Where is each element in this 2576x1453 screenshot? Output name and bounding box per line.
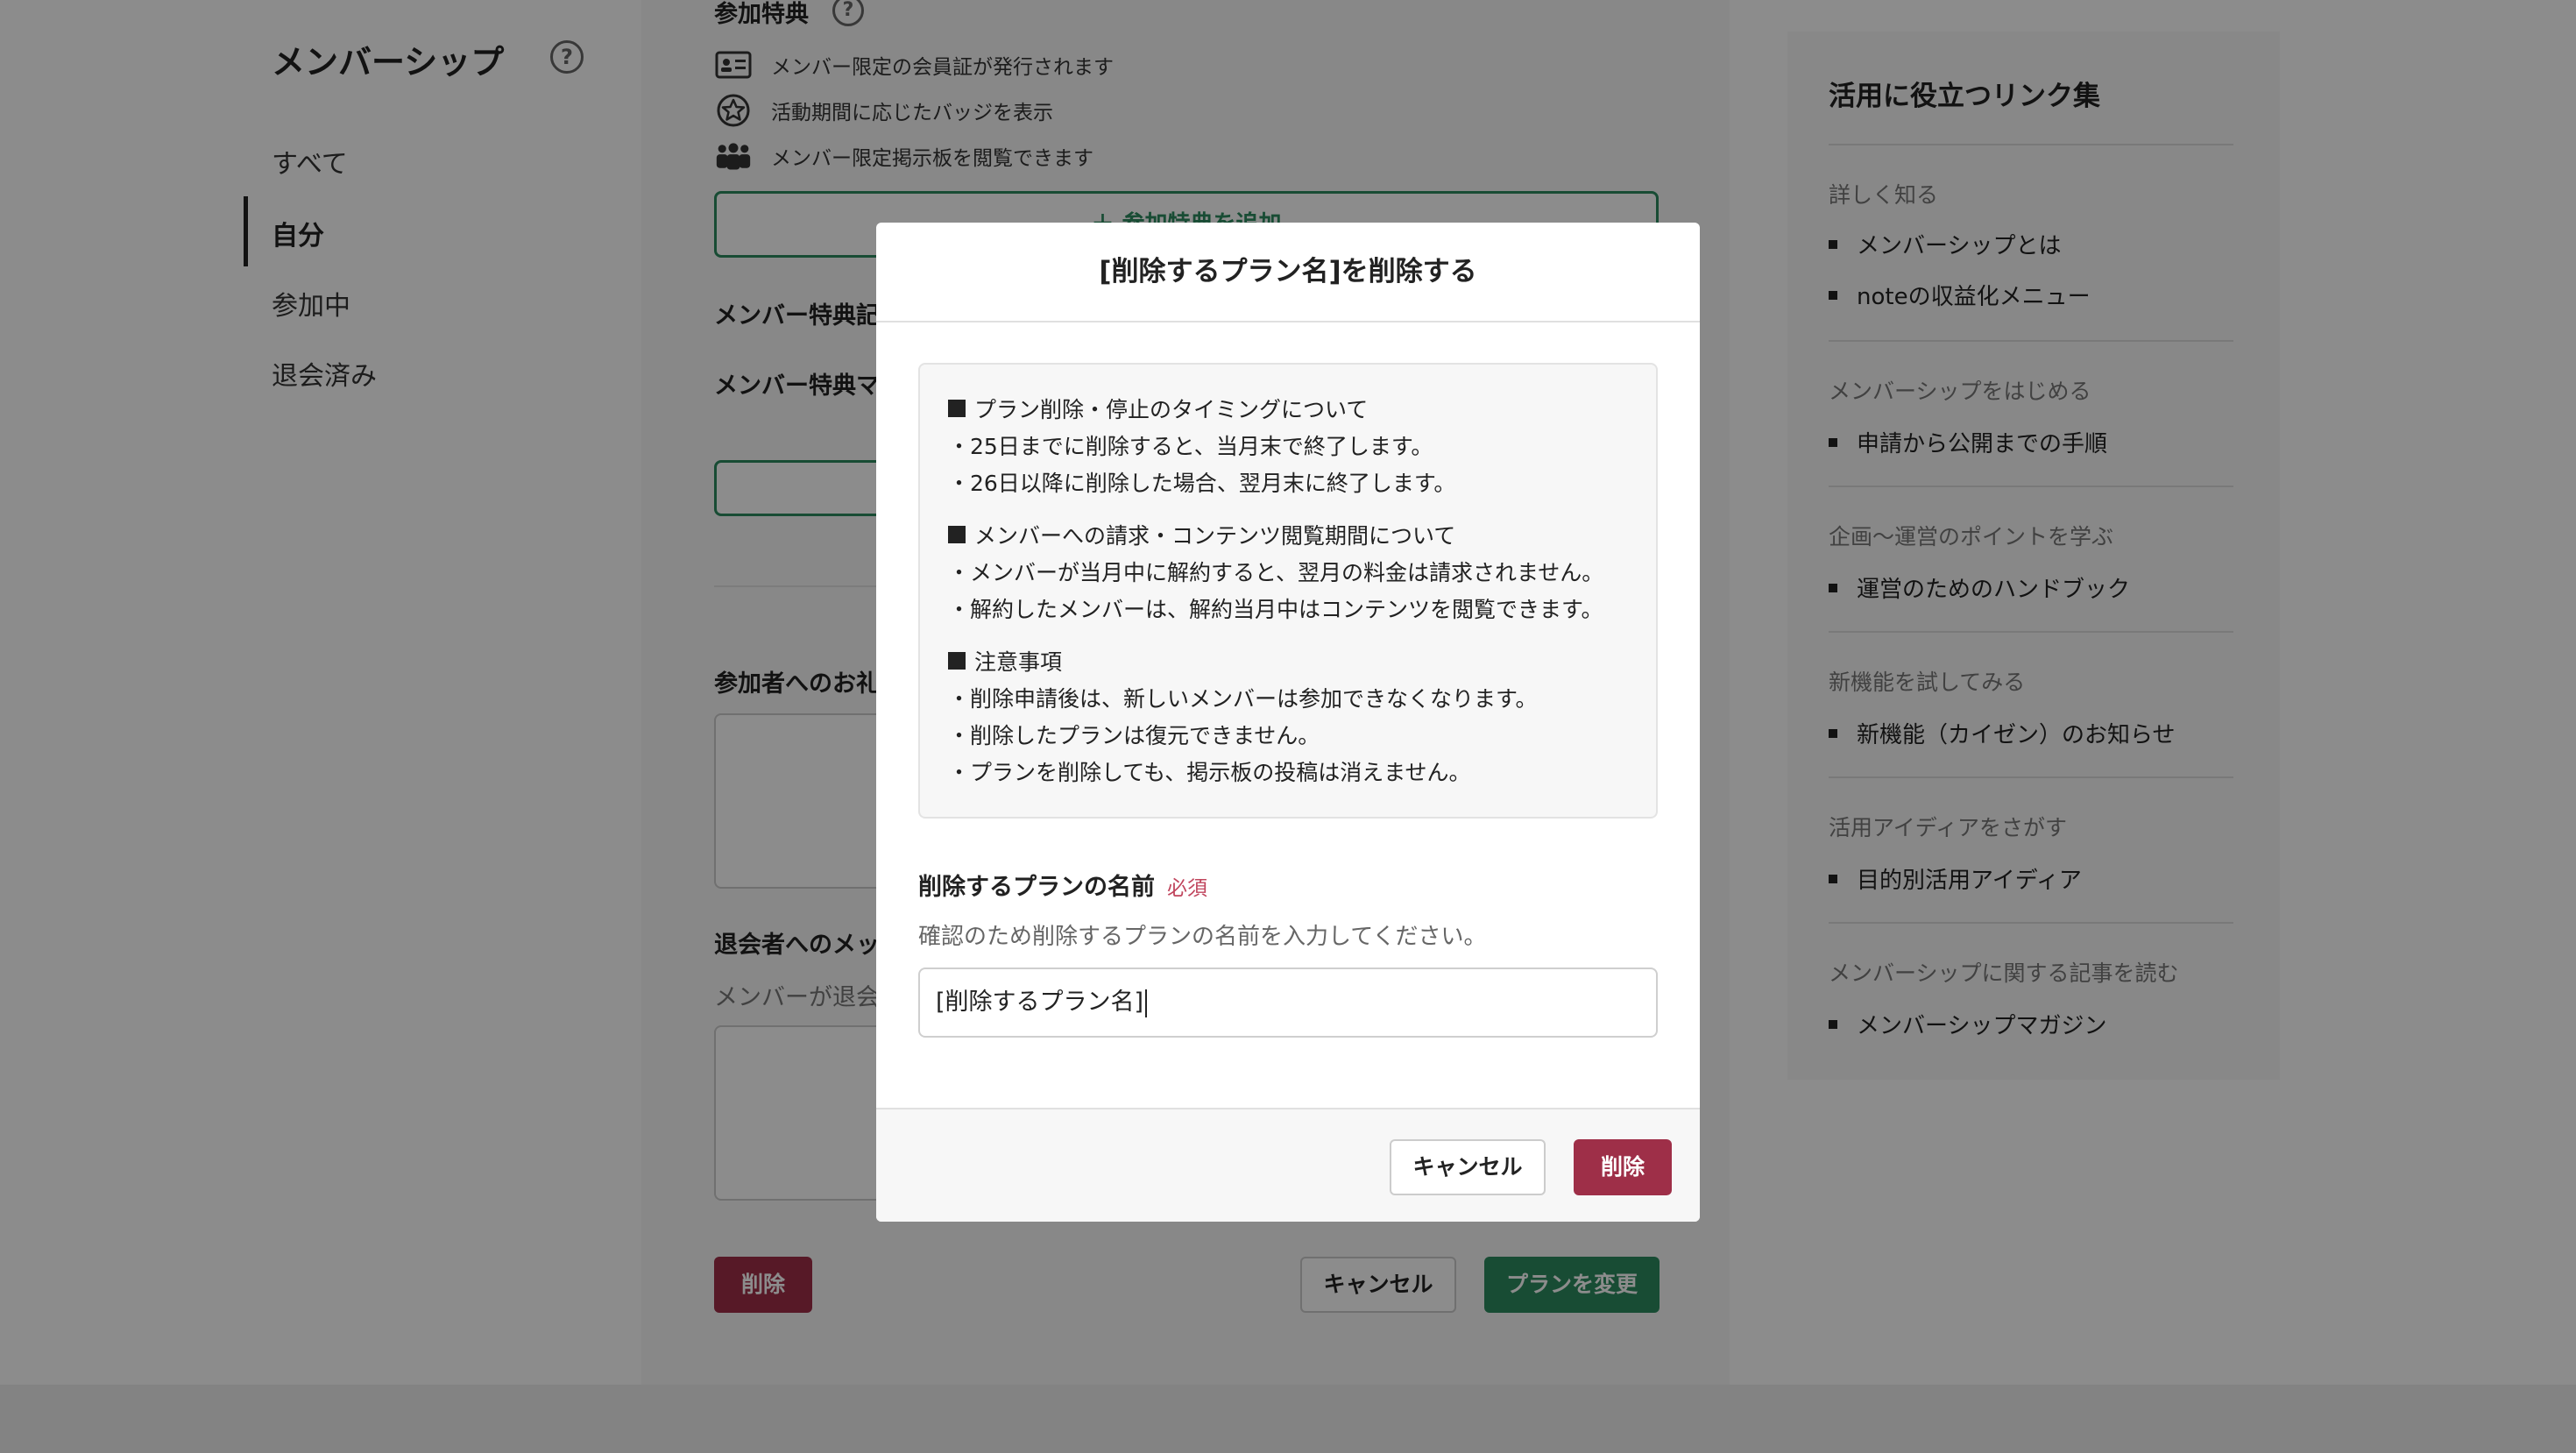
notice-line: ・削除申請後は、新しいメンバーは参加できなくなります。: [948, 686, 1538, 712]
notice-line: ・削除したプランは復元できません。: [948, 723, 1320, 748]
dialog-footer: キャンセル 削除: [876, 1108, 1700, 1222]
notice-line: ・25日までに削除すると、当月末で終了します。: [948, 434, 1433, 459]
notice-line: ・メンバーが当月中に解約すると、翌月の料金は請求されません。: [948, 560, 1604, 585]
plan-name-help: 確認のため削除するプランの名前を入力してください。: [918, 924, 1487, 950]
delete-plan-dialog: [削除するプラン名]を削除する プラン削除・停止のタイミングについて ・25日ま…: [876, 223, 1700, 1222]
notice-heading: 注意事項: [948, 645, 1062, 677]
text-cursor: [1145, 989, 1148, 1017]
notice-heading: メンバーへの請求・コンテンツ閲覧期間について: [948, 519, 1455, 550]
plan-name-label: 削除するプランの名前: [918, 874, 1155, 901]
notice-line: ・プランを削除しても、掲示板の投稿は消えません。: [948, 760, 1471, 785]
notice-box: プラン削除・停止のタイミングについて ・25日までに削除すると、当月末で終了しま…: [918, 363, 1658, 819]
notice-heading: プラン削除・停止のタイミングについて: [948, 393, 1368, 424]
dialog-title-divider: [876, 321, 1700, 322]
dialog-delete-button[interactable]: 削除: [1574, 1139, 1672, 1195]
plan-name-input[interactable]: [削除するプラン名]: [918, 967, 1658, 1038]
notice-line: ・解約したメンバーは、解約当月中はコンテンツを閲覧できます。: [948, 597, 1603, 622]
notice-line: ・26日以降に削除した場合、翌月末に終了します。: [948, 471, 1456, 496]
dialog-cancel-button[interactable]: キャンセル: [1390, 1139, 1546, 1195]
plan-name-input-value: [削除するプラン名]: [936, 989, 1144, 1016]
required-badge: 必須: [1167, 877, 1207, 900]
dialog-title: [削除するプラン名]を削除する: [1099, 256, 1477, 287]
